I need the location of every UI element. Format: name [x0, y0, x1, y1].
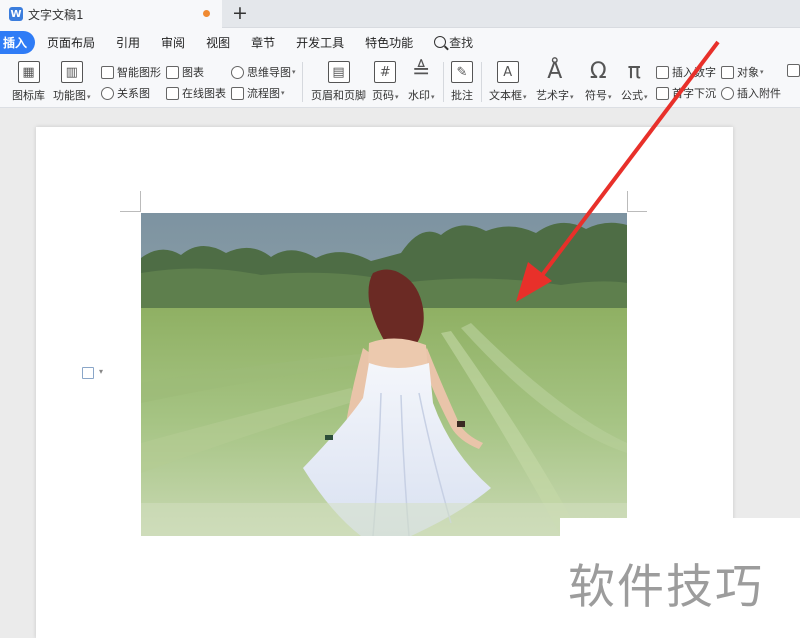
formula-button[interactable]: π 公式▾ — [621, 61, 648, 103]
unsaved-dot-icon — [203, 10, 210, 17]
flowchart-label: 流程图 — [247, 87, 280, 100]
relation-chart-icon — [101, 86, 114, 100]
menu-special-features[interactable]: 特色功能 — [365, 34, 413, 51]
layout-options-icon[interactable] — [82, 367, 94, 379]
mind-map-icon — [231, 65, 244, 79]
site-watermark: 软件技巧 — [568, 560, 764, 615]
icon-library-icon: ▦ — [17, 61, 40, 83]
insert-number-label: 插入数字 — [672, 66, 716, 79]
icon-library-label: 图标库 — [12, 89, 45, 102]
insert-attachment-label: 插入附件 — [737, 87, 781, 100]
page-number-button[interactable]: # 页码▾ — [372, 61, 399, 103]
document-tab[interactable]: W 文字文稿1 — [0, 0, 222, 28]
watermark-button[interactable]: ≜ 水印▾ — [408, 61, 435, 103]
omega-icon: Ω — [589, 59, 607, 84]
wps-writer-icon: W — [9, 7, 23, 21]
header-footer-label: 页眉和页脚 — [311, 89, 366, 102]
header-footer-icon: ▤ — [327, 61, 350, 83]
comment-icon: ✎ — [451, 61, 473, 83]
online-chart-label: 在线图表 — [182, 87, 226, 100]
drop-cap-button[interactable]: 首字下沉 — [656, 85, 716, 101]
margin-marker — [627, 211, 647, 212]
formula-label: 公式 — [621, 89, 643, 102]
mind-map-button[interactable]: 思维导图 ▾ — [231, 64, 296, 80]
menu-view[interactable]: 视图 — [206, 34, 230, 51]
document-title: 文字文稿1 — [28, 7, 84, 22]
smart-shape-label: 智能图形 — [117, 66, 161, 79]
function-chart-icon: ▥ — [60, 61, 83, 83]
pi-icon: π — [627, 59, 641, 84]
paperclip-icon — [721, 86, 734, 100]
watermark-label: 水印 — [408, 89, 430, 102]
margin-marker — [120, 211, 140, 212]
menu-chapter[interactable]: 章节 — [251, 34, 275, 51]
chart-label: 图表 — [182, 66, 204, 79]
text-box-button[interactable]: A 文本框▾ — [489, 61, 527, 103]
flowchart-icon — [231, 86, 244, 100]
icon-library-button[interactable]: ▦ 图标库 — [12, 61, 45, 103]
page-number-label: 页码 — [372, 89, 394, 102]
object-icon — [721, 65, 734, 79]
search-icon — [434, 36, 447, 48]
chart-button[interactable]: 图表 — [166, 64, 204, 80]
chart-icon — [166, 65, 179, 79]
online-chart-icon — [166, 86, 179, 100]
smart-shape-icon — [101, 65, 114, 79]
text-box-icon: A — [496, 61, 519, 83]
menu-developer-tools[interactable]: 开发工具 — [296, 34, 344, 51]
menu-review[interactable]: 审阅 — [161, 34, 185, 51]
function-chart-label: 功能图 — [53, 89, 86, 102]
menu-page-layout[interactable]: 页面布局 — [47, 34, 95, 51]
new-tab-button[interactable]: + — [232, 3, 248, 23]
search-label: 查找 — [449, 35, 474, 50]
menu-insert[interactable]: 插入 — [0, 30, 36, 54]
ribbon-toolbar: ▦ 图标库 ▥ 功能图▾ 智能图形 关系图 图表 在线图表 思维导图 ▾ 流程图 ▾… — [0, 56, 800, 108]
menu-bar: 插入 页面布局 引用 审阅 视图 章节 开发工具 特色功能 查找 — [0, 28, 800, 56]
art-text-icon: Å — [547, 59, 563, 84]
art-text-label: 艺术字 — [536, 89, 569, 102]
watermark-icon: ≜ — [412, 59, 431, 84]
online-chart-button[interactable]: 在线图表 — [166, 85, 226, 101]
function-chart-button[interactable]: ▥ 功能图▾ — [53, 61, 91, 103]
chevron-down-icon[interactable]: ▾ — [99, 367, 103, 376]
insert-number-button[interactable]: 插入数字 — [656, 64, 716, 80]
insert-number-icon — [656, 65, 669, 79]
page-number-icon: # — [374, 61, 397, 83]
comment-label: 批注 — [451, 89, 473, 102]
drop-cap-icon — [656, 86, 669, 100]
search-button[interactable]: 查找 — [434, 34, 473, 51]
header-footer-button[interactable]: ▤ 页眉和页脚 — [311, 61, 366, 103]
comment-button[interactable]: ✎ 批注 — [451, 61, 473, 103]
flowchart-button[interactable]: 流程图 ▾ — [231, 85, 285, 101]
margin-marker — [627, 191, 628, 212]
photo-girl-in-field — [141, 213, 627, 536]
inserted-photo[interactable] — [141, 213, 627, 536]
more-ribbon-button[interactable] — [787, 64, 800, 77]
margin-marker — [140, 191, 141, 212]
symbol-button[interactable]: Ω 符号▾ — [585, 61, 612, 103]
smart-shape-button[interactable]: 智能图形 — [101, 64, 161, 80]
art-text-button[interactable]: Å 艺术字▾ — [536, 61, 574, 103]
symbol-label: 符号 — [585, 89, 607, 102]
calendar-icon — [787, 64, 800, 77]
menu-references[interactable]: 引用 — [116, 34, 140, 51]
object-label: 对象 — [737, 66, 759, 79]
relation-chart-button[interactable]: 关系图 — [101, 85, 150, 101]
title-bar: W 文字文稿1 + — [0, 0, 800, 28]
relation-chart-label: 关系图 — [117, 87, 150, 100]
insert-attachment-button[interactable]: 插入附件 — [721, 85, 781, 101]
mind-map-label: 思维导图 — [247, 66, 291, 79]
text-box-label: 文本框 — [489, 89, 522, 102]
object-button[interactable]: 对象 ▾ — [721, 64, 764, 80]
drop-cap-label: 首字下沉 — [672, 87, 716, 100]
